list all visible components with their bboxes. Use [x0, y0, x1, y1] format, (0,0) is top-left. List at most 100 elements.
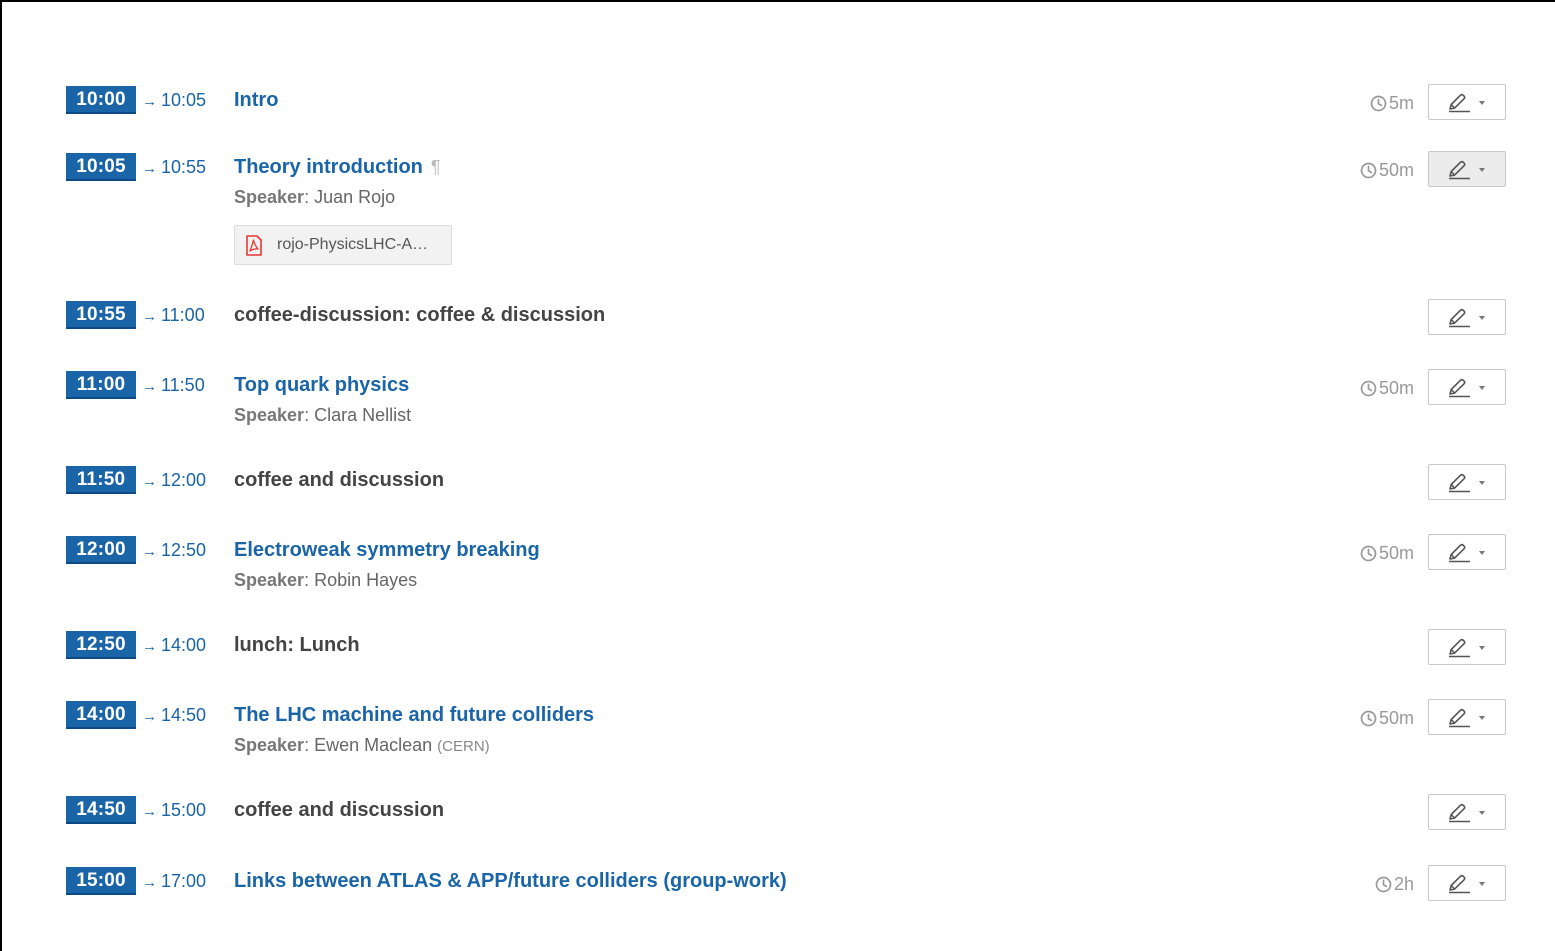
end-time-value: 11:00 [161, 305, 205, 325]
caret-down-icon [1479, 481, 1485, 485]
duration-value: 50m [1378, 378, 1414, 398]
start-time: 10:00 [66, 86, 136, 114]
arrow-right-icon: → [142, 874, 157, 891]
start-time: 12:50 [66, 631, 136, 659]
duration: 5m [1370, 86, 1414, 120]
end-time-value: 10:05 [161, 90, 207, 110]
pencil-icon [1449, 638, 1470, 658]
pencil-icon [1449, 543, 1470, 563]
edit-menu-button[interactable] [1428, 299, 1506, 335]
end-time: → 17:00 [142, 867, 206, 895]
speaker-line: Speaker: Ewen Maclean (CERN) [234, 735, 490, 755]
duration: 50m [1360, 371, 1414, 405]
speaker-line: Speaker: Clara Nellist [234, 405, 412, 425]
entry-title-text[interactable]: The LHC machine and future colliders [234, 704, 594, 726]
start-time: 12:00 [66, 536, 136, 564]
clock-icon [1375, 876, 1392, 893]
edit-menu-button[interactable] [1428, 699, 1506, 735]
entry-title-text[interactable]: Intro [234, 89, 278, 111]
entry-title-text[interactable]: Links between ATLAS & APP/future collide… [234, 870, 787, 892]
attachment-button[interactable]: rojo-PhysicsLHC-A… [234, 225, 452, 265]
entry-title[interactable]: Electroweak symmetry breaking [234, 536, 540, 564]
end-time: → 10:55 [142, 153, 206, 181]
clock-icon [1360, 162, 1377, 179]
pencil-icon [1449, 708, 1470, 728]
end-time: → 12:50 [142, 536, 206, 564]
arrow-right-icon: → [142, 638, 157, 655]
arrow-right-icon: → [142, 543, 157, 560]
pencil-icon [1449, 308, 1470, 328]
end-time-value: 17:00 [161, 871, 207, 891]
pilcrow-icon[interactable]: ¶ [431, 157, 441, 177]
speaker-label: Speaker [234, 187, 305, 207]
edit-menu-button[interactable] [1428, 865, 1506, 901]
arrow-right-icon: → [142, 708, 157, 725]
clock-icon [1360, 380, 1377, 397]
end-time: → 11:50 [142, 371, 205, 399]
duration-value: 5m [1388, 93, 1414, 113]
end-time: → 14:00 [142, 631, 206, 659]
pencil-icon [1449, 93, 1470, 113]
duration-value: 50m [1378, 708, 1414, 728]
entry-title[interactable]: Links between ATLAS & APP/future collide… [234, 867, 787, 895]
caret-down-icon [1479, 168, 1485, 172]
duration-value: 50m [1378, 160, 1414, 180]
end-time-value: 15:00 [161, 800, 207, 820]
end-time-value: 12:50 [161, 540, 207, 560]
speaker-name: Juan Rojo [314, 187, 396, 207]
arrow-right-icon: → [142, 378, 157, 395]
start-time: 11:50 [66, 466, 136, 494]
clock-icon [1360, 545, 1377, 562]
speaker-name: Ewen Maclean [314, 735, 433, 755]
arrow-right-icon: → [142, 160, 157, 177]
edit-menu-button[interactable] [1428, 629, 1506, 665]
caret-down-icon [1479, 316, 1485, 320]
start-time: 14:50 [66, 796, 136, 824]
end-time: → 10:05 [142, 86, 206, 114]
edit-menu-button[interactable] [1428, 534, 1506, 570]
entry-title[interactable]: The LHC machine and future colliders [234, 701, 594, 729]
speaker-label: Speaker [234, 405, 305, 425]
arrow-right-icon: → [142, 803, 157, 820]
edit-menu-button[interactable] [1428, 151, 1506, 187]
end-time-value: 10:55 [161, 157, 207, 177]
edit-menu-button[interactable] [1428, 84, 1506, 120]
duration-value: 50m [1378, 543, 1414, 563]
pencil-icon [1449, 473, 1470, 493]
edit-menu-button[interactable] [1428, 369, 1506, 405]
edit-menu-button[interactable] [1428, 794, 1506, 830]
entry-title: lunch: Lunch [234, 631, 360, 659]
attachment-filename[interactable]: rojo-PhysicsLHC-A… [277, 236, 428, 253]
caret-down-icon [1479, 646, 1485, 650]
speaker-name: Robin Hayes [314, 570, 418, 590]
end-time: → 14:50 [142, 701, 206, 729]
caret-down-icon [1479, 716, 1485, 720]
pdf-file-icon [246, 235, 262, 256]
duration: 50m [1360, 536, 1414, 570]
speaker-label: Speaker [234, 570, 305, 590]
entry-title: coffee and discussion [234, 466, 444, 494]
entry-title: coffee-discussion: coffee & discussion [234, 301, 605, 329]
entry-title-text: coffee and discussion [234, 469, 445, 491]
entry-title-text[interactable]: Top quark physics [234, 374, 409, 396]
entry-title[interactable]: Theory introduction ¶ [234, 153, 441, 181]
arrow-right-icon: → [142, 473, 157, 490]
caret-down-icon [1479, 811, 1485, 815]
arrow-right-icon: → [142, 93, 157, 110]
entry-title-text: coffee and discussion [234, 799, 445, 821]
pencil-icon [1449, 378, 1470, 398]
duration: 50m [1360, 701, 1414, 735]
entry-title[interactable]: Intro [234, 86, 278, 114]
duration-value: 2h [1393, 874, 1414, 894]
speaker-label: Speaker [234, 735, 305, 755]
start-time: 14:00 [66, 701, 136, 729]
entry-title-text[interactable]: Theory introduction [234, 156, 423, 178]
duration: 50m [1360, 153, 1414, 187]
entry-title[interactable]: Top quark physics [234, 371, 409, 399]
edit-menu-button[interactable] [1428, 464, 1506, 500]
duration: 2h [1375, 867, 1414, 901]
entry-title-text[interactable]: Electroweak symmetry breaking [234, 539, 540, 561]
caret-down-icon [1479, 882, 1485, 886]
entry-title: coffee and discussion [234, 796, 444, 824]
speaker-affiliation: (CERN) [437, 738, 490, 755]
